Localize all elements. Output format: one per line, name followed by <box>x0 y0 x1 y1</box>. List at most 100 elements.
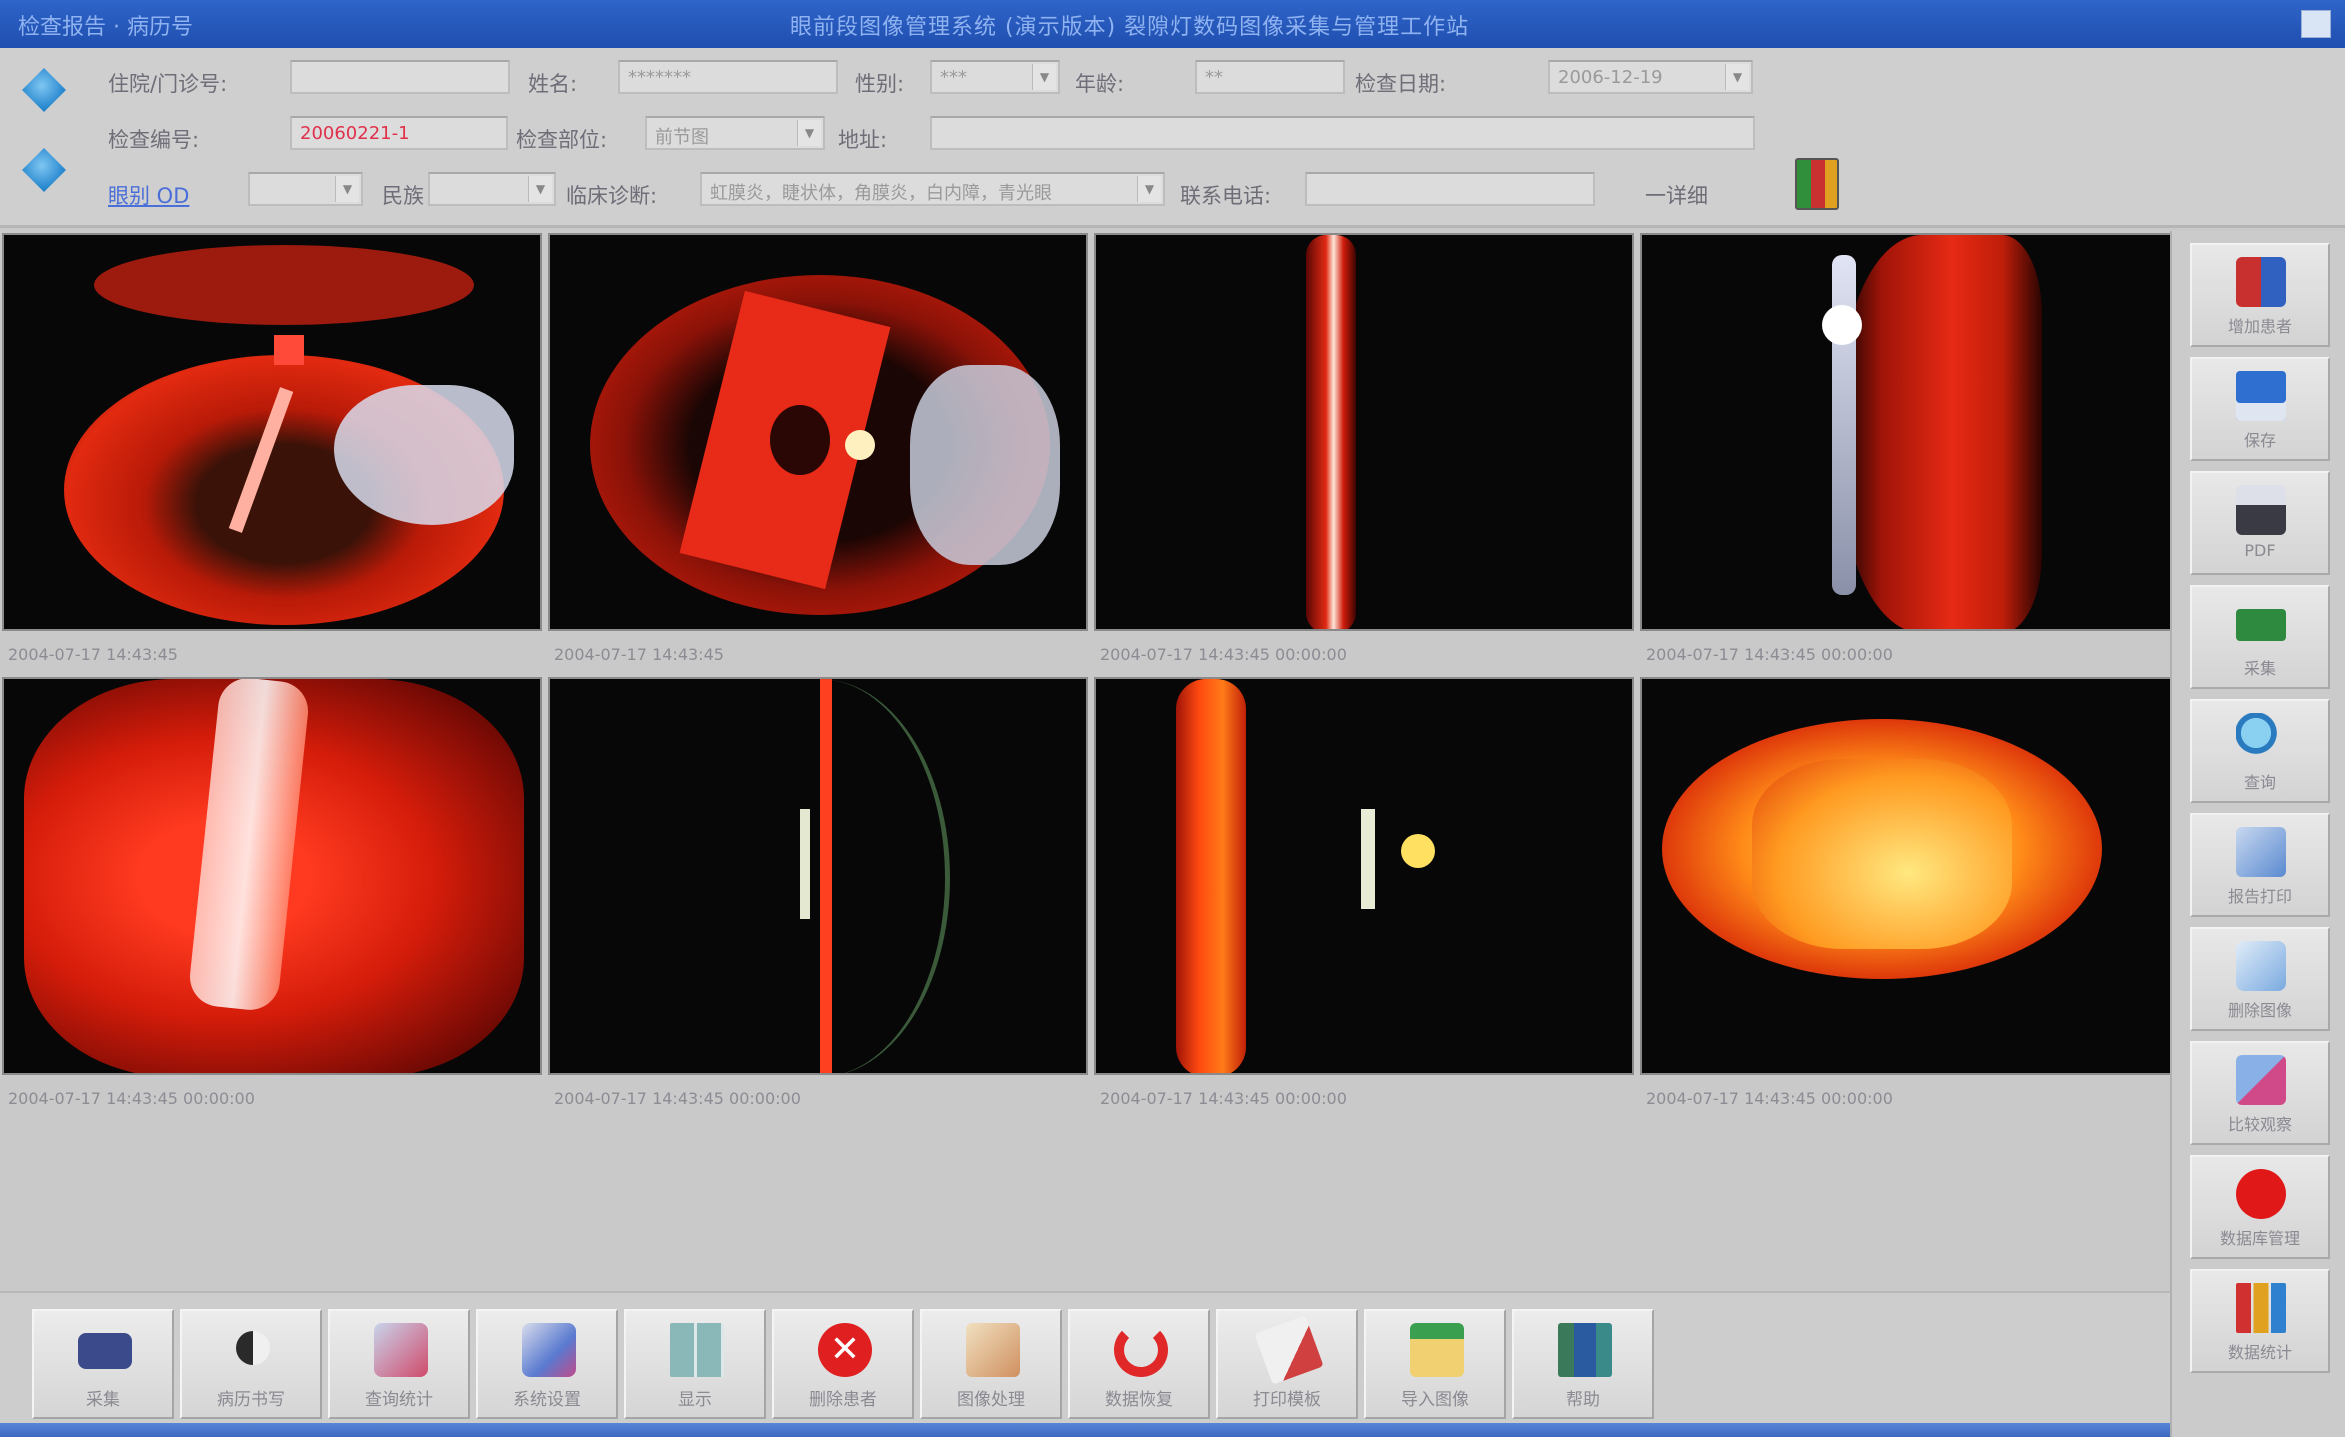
gender-value: *** <box>940 67 967 88</box>
compare-button[interactable]: 比较观察 <box>2190 1041 2330 1145</box>
case-writing-button[interactable]: 病历书写 <box>180 1309 322 1419</box>
capture-camera-button[interactable]: 采集 <box>32 1309 174 1419</box>
print-template-button[interactable]: 打印模板 <box>1216 1309 1358 1419</box>
image-timestamp: 2004-07-17 14:43:45 00:00:00 <box>1100 1089 1347 1108</box>
button-label: 报告打印 <box>2227 887 2292 906</box>
eye-image-4[interactable] <box>1640 233 2180 631</box>
import-image-icon <box>1410 1323 1464 1377</box>
delete-patient-button[interactable]: ✕ 删除患者 <box>772 1309 914 1419</box>
exam-method-value: 前节图 <box>655 127 709 148</box>
phone-label: 联系电话: <box>1180 184 1272 208</box>
add-patient-button[interactable]: 增加患者 <box>2190 243 2330 347</box>
detail-link[interactable]: 一详细 <box>1645 180 1708 210</box>
image-process-button[interactable]: 图像处理 <box>920 1309 1062 1419</box>
nation-select[interactable]: ▼ <box>428 172 556 206</box>
save-button[interactable]: 保存 <box>2190 357 2330 461</box>
system-settings-button[interactable]: 系统设置 <box>476 1309 618 1419</box>
button-label: 系统设置 <box>513 1390 581 1410</box>
image-timestamp: 2004-07-17 14:43:45 00:00:00 <box>8 1089 255 1108</box>
image-process-icon <box>966 1323 1020 1377</box>
nav-down-icon[interactable] <box>22 148 66 192</box>
age-input[interactable]: ** <box>1195 60 1345 94</box>
button-label: 病历书写 <box>217 1390 285 1410</box>
button-label: 删除图像 <box>2227 1001 2292 1020</box>
half-circle-icon <box>236 1331 270 1365</box>
button-label: 增加患者 <box>2227 317 2292 336</box>
address-label: 地址: <box>838 128 888 152</box>
image-timestamp: 2004-07-17 14:43:45 00:00:00 <box>1646 645 1893 664</box>
add-patient-icon <box>2236 257 2286 307</box>
capture-icon <box>2236 609 2286 641</box>
address-input[interactable] <box>930 116 1755 150</box>
button-label: PDF <box>2244 541 2276 560</box>
exam-no-label: 检查编号: <box>108 128 200 152</box>
eye-image-7[interactable] <box>1094 677 1634 1075</box>
data-recovery-button[interactable]: 数据恢复 <box>1068 1309 1210 1419</box>
chevron-down-icon[interactable]: ▼ <box>1725 64 1749 90</box>
eye-image-5[interactable] <box>2 677 542 1075</box>
exam-date-label: 检查日期: <box>1355 72 1447 96</box>
name-label: 姓名: <box>528 72 578 96</box>
patient-info-panel: 住院/门诊号: 姓名: ******* 性别: *** ▼ 年龄: ** 检查日… <box>0 48 2345 228</box>
delete-image-button[interactable]: 删除图像 <box>2190 927 2330 1031</box>
image-timestamp: 2004-07-17 14:43:45 <box>554 645 724 664</box>
button-label: 保存 <box>2243 431 2276 450</box>
gender-select[interactable]: *** ▼ <box>930 60 1060 94</box>
button-label: 数据库管理 <box>2219 1229 2300 1248</box>
clinical-dx-select[interactable]: 虹膜炎，睫状体，角膜炎，白内障，青光眼 ▼ <box>700 172 1165 206</box>
outpatient-no-label: 住院/门诊号: <box>108 72 228 96</box>
statistics-button[interactable]: 数据统计 <box>2190 1269 2330 1373</box>
button-label: 比较观察 <box>2227 1115 2292 1134</box>
exam-method-select[interactable]: 前节图 ▼ <box>645 116 825 150</box>
image-timestamp: 2004-07-17 14:43:45 00:00:00 <box>554 1089 801 1108</box>
record-icon <box>2236 1169 2286 1219</box>
chevron-down-icon[interactable]: ▼ <box>1137 176 1161 202</box>
eye-image-2[interactable] <box>548 233 1088 631</box>
print-template-icon <box>1254 1315 1324 1385</box>
phone-input[interactable] <box>1305 172 1595 206</box>
eye-image-3[interactable] <box>1094 233 1634 631</box>
age-label: 年龄: <box>1075 72 1125 96</box>
eye-select[interactable]: ▼ <box>248 172 363 206</box>
eye-label-link[interactable]: 眼别 OD <box>108 180 189 210</box>
exam-date-select[interactable]: 2006-12-19 ▼ <box>1548 60 1753 94</box>
nation-label: 民族 <box>382 184 424 208</box>
pdf-button[interactable]: PDF <box>2190 471 2330 575</box>
chevron-down-icon[interactable]: ▼ <box>1032 64 1056 90</box>
exam-no-input[interactable]: 20060221-1 <box>290 116 508 150</box>
eye-image-6[interactable] <box>548 677 1088 1075</box>
image-timestamp: 2004-07-17 14:43:45 00:00:00 <box>1100 645 1347 664</box>
exam-method-label: 检查部位: <box>516 128 608 152</box>
eye-image-1[interactable] <box>2 233 542 631</box>
button-label: 打印模板 <box>1253 1390 1321 1410</box>
button-label: 采集 <box>2243 659 2276 678</box>
capture-button[interactable]: 采集 <box>2190 585 2330 689</box>
chevron-down-icon[interactable]: ▼ <box>797 120 821 146</box>
query-stats-icon <box>374 1323 428 1377</box>
help-book-icon <box>1558 1323 1612 1377</box>
window-control-button[interactable] <box>2301 10 2331 38</box>
eye-image-8[interactable] <box>1640 677 2180 1075</box>
image-timestamp: 2004-07-17 14:43:45 00:00:00 <box>1646 1089 1893 1108</box>
search-icon <box>2236 713 2286 763</box>
button-label: 查询统计 <box>365 1390 433 1410</box>
print-report-icon <box>2236 827 2286 877</box>
right-toolbar: 增加患者 保存 PDF 采集 查询 报告打印 删除图像 比较观察 数据库管理 数… <box>2170 231 2345 1437</box>
button-label: 图像处理 <box>957 1390 1025 1410</box>
record-button[interactable]: 数据库管理 <box>2190 1155 2330 1259</box>
display-grid-button[interactable]: 显示 <box>624 1309 766 1419</box>
query-stats-button[interactable]: 查询统计 <box>328 1309 470 1419</box>
import-image-button[interactable]: 导入图像 <box>1364 1309 1506 1419</box>
nav-up-icon[interactable] <box>22 68 66 112</box>
image-timestamp: 2004-07-17 14:43:45 <box>8 645 178 664</box>
chevron-down-icon[interactable]: ▼ <box>528 176 552 202</box>
exit-door-icon[interactable] <box>1795 158 1839 210</box>
name-input[interactable]: ******* <box>618 60 838 94</box>
print-report-button[interactable]: 报告打印 <box>2190 813 2330 917</box>
outpatient-no-input[interactable] <box>290 60 510 94</box>
app-center-title: 眼前段图像管理系统 (演示版本) 裂隙灯数码图像采集与管理工作站 <box>790 15 1470 40</box>
search-button[interactable]: 查询 <box>2190 699 2330 803</box>
delete-patient-icon: ✕ <box>818 1323 872 1377</box>
chevron-down-icon[interactable]: ▼ <box>335 176 359 202</box>
help-button[interactable]: 帮助 <box>1512 1309 1654 1419</box>
